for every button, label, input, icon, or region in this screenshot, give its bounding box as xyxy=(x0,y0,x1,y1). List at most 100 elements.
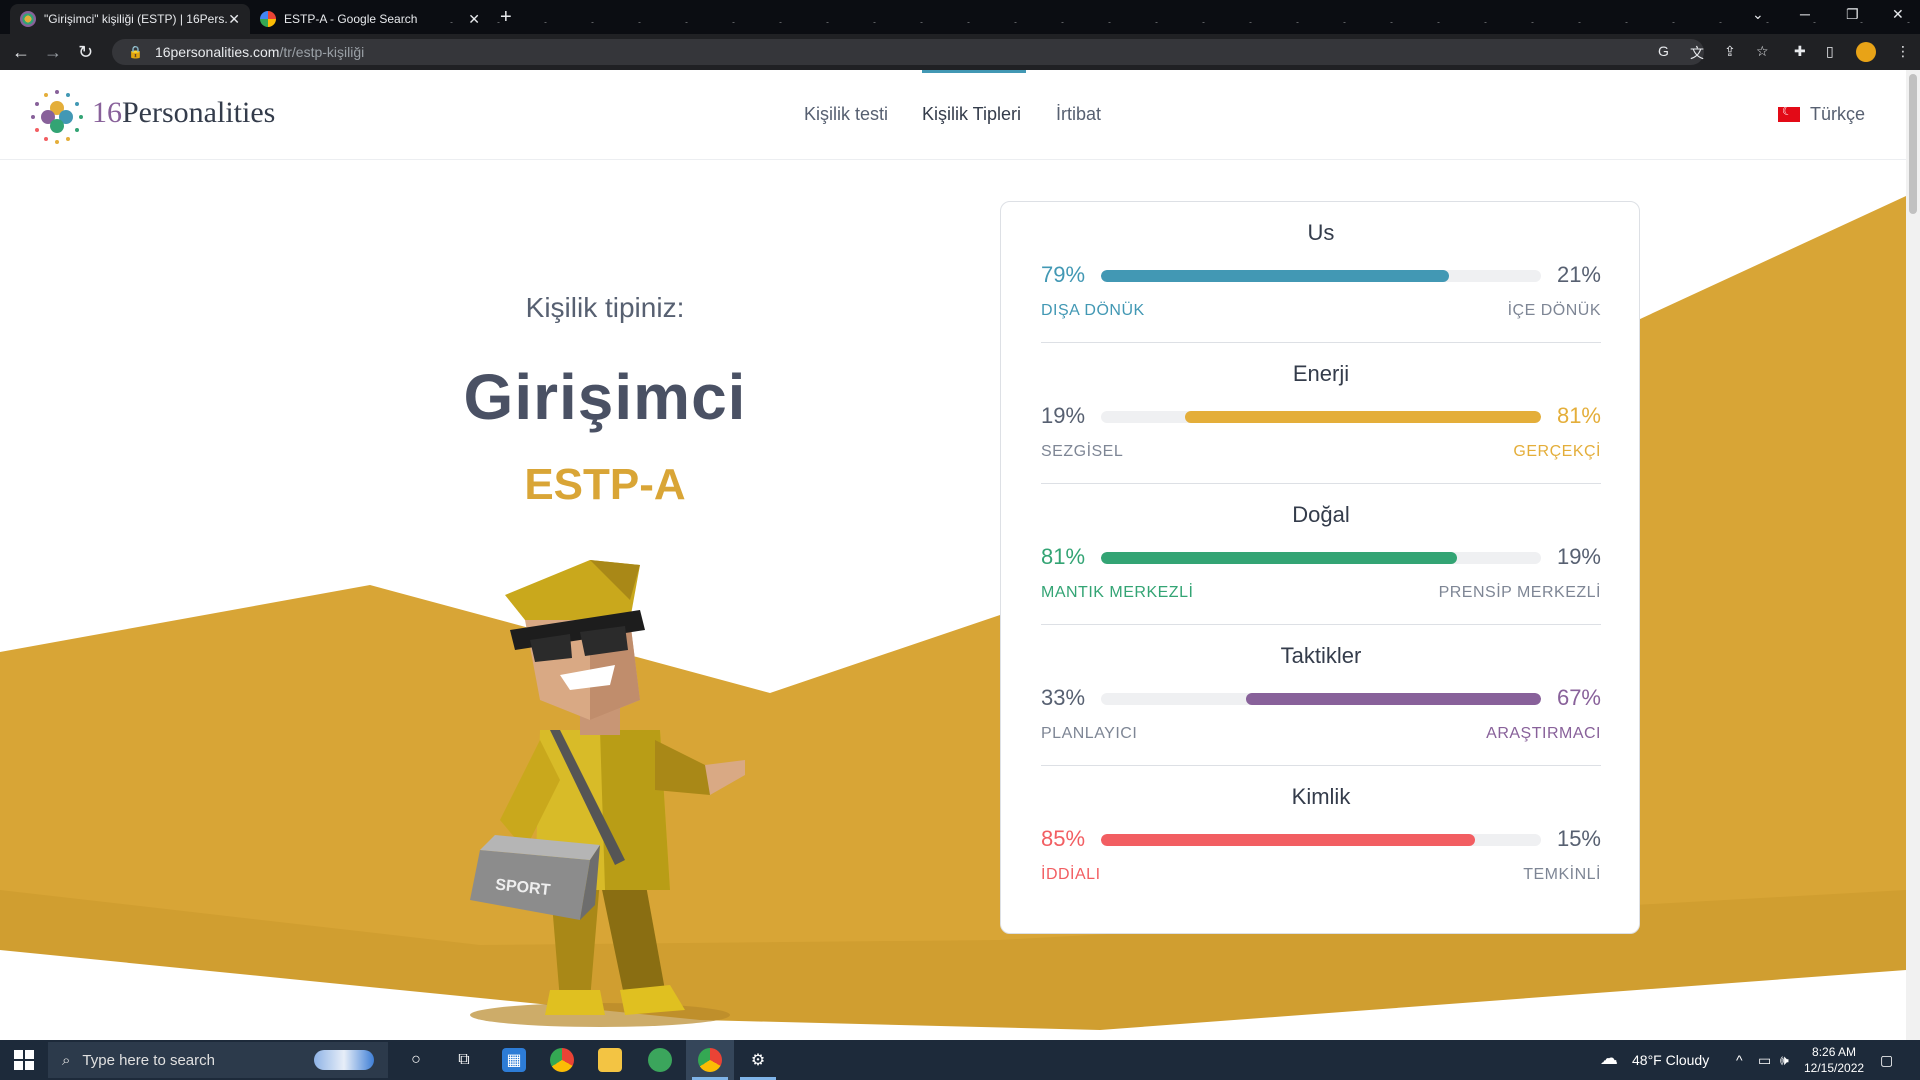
new-tab-button[interactable]: + xyxy=(500,6,512,29)
page-scrollbar[interactable] xyxy=(1906,70,1920,1040)
translate-icon[interactable]: 文 xyxy=(1690,43,1704,63)
trait-name: Taktikler xyxy=(1280,643,1362,668)
language-label: Türkçe xyxy=(1810,104,1866,124)
trait-right-percent: 21% xyxy=(1556,262,1601,287)
trait-left-percent: 33% xyxy=(1041,685,1086,710)
bookmark-star-icon[interactable]: ☆ xyxy=(1756,43,1769,60)
logo-word: Personalities xyxy=(122,96,276,129)
trait-right-label: PRENSİP MERKEZLİ xyxy=(1438,584,1601,601)
trait-left-percent: 19% xyxy=(1041,403,1086,428)
microsoft-store-icon[interactable]: ▦ xyxy=(502,1048,526,1072)
page-content: 16Personalities Kişilik testi Kişilik Ti… xyxy=(0,70,1906,1040)
trait-bar xyxy=(1101,552,1541,564)
restore-button[interactable]: ❐ xyxy=(1846,6,1859,23)
trait-tactics: Taktikler 33% 67% PLANLAYICI ARAŞTIRMACI xyxy=(1041,625,1601,766)
close-tab-icon[interactable]: ✕ xyxy=(468,11,480,28)
browser-tab-bar: "Girişimci" kişiliği (ESTP) | 16Pers... … xyxy=(0,0,1920,34)
trait-left-percent: 85% xyxy=(1041,826,1086,851)
trait-identity: Kimlik 85% 15% İDDİALI TEMKİNLİ xyxy=(1041,766,1601,907)
trait-bar-fill xyxy=(1184,411,1541,423)
tray-expand-icon[interactable]: ^ xyxy=(1736,1052,1743,1068)
personality-traits-card: Us 79% 21% DIŞA DÖNÜK İÇE DÖNÜK Enerji 1… xyxy=(1000,201,1640,934)
trait-left-label: SEZGİSEL xyxy=(1041,443,1124,460)
taskbar-search-box[interactable]: ⌕ Type here to search xyxy=(48,1042,388,1078)
volume-icon[interactable]: 🕪 xyxy=(1780,1052,1789,1069)
tab-inactive[interactable]: ESTP-A - Google Search ✕ xyxy=(250,4,490,34)
entrepreneur-character-illustration: SPORT xyxy=(470,560,745,1027)
trait-name: Kimlik xyxy=(1291,784,1351,809)
nav-personality-test[interactable]: Kişilik testi xyxy=(804,104,888,125)
nav-personality-types[interactable]: Kişilik Tipleri xyxy=(922,104,1021,125)
nav-contact[interactable]: İrtibat xyxy=(1056,104,1101,125)
address-bar[interactable]: 🔒 16personalities.com /tr/estp-kişiliği xyxy=(112,39,1704,65)
minimize-button[interactable]: ─ xyxy=(1800,6,1810,22)
system-clock[interactable]: 8:26 AM 12/15/2022 xyxy=(1804,1044,1864,1076)
file-explorer-icon[interactable] xyxy=(598,1048,622,1072)
chrome-canary-icon[interactable] xyxy=(698,1048,722,1072)
cloud-icon[interactable]: ☁ xyxy=(1600,1048,1618,1069)
trait-bar xyxy=(1101,270,1541,282)
trait-right-percent: 81% xyxy=(1556,403,1601,428)
trait-left-percent: 79% xyxy=(1041,262,1086,287)
trait-right-percent: 67% xyxy=(1556,685,1601,710)
trait-left-label: İDDİALI xyxy=(1041,866,1101,883)
scrollbar-thumb[interactable] xyxy=(1909,74,1917,214)
share-icon[interactable]: ⇪ xyxy=(1724,43,1736,60)
tab-search-icon[interactable]: ⌄ xyxy=(1752,6,1764,23)
trait-left-label: MANTIK MERKEZLİ xyxy=(1041,584,1194,601)
side-panel-icon[interactable]: ▯ xyxy=(1826,43,1834,60)
trait-bar-fill xyxy=(1101,834,1475,846)
trait-name: Enerji xyxy=(1292,361,1350,386)
settings-gear-icon[interactable]: ⚙ xyxy=(746,1048,770,1072)
windows-taskbar: ⌕ Type here to search ○ ⧉ ▦ ⚙ ☁ 48°F Clo… xyxy=(0,1040,1920,1080)
tab-active[interactable]: "Girişimci" kişiliği (ESTP) | 16Pers... … xyxy=(10,4,250,34)
site-header: 16Personalities Kişilik testi Kişilik Ti… xyxy=(0,70,1906,160)
tab-title: "Girişimci" kişiliği (ESTP) | 16Pers... xyxy=(44,12,229,26)
language-selector[interactable]: Türkçe xyxy=(1778,104,1865,125)
url-host: 16personalities.com xyxy=(154,44,280,60)
site-favicon-icon xyxy=(20,11,36,27)
trait-right-percent: 19% xyxy=(1556,544,1601,569)
weather-text[interactable]: 48°F Cloudy xyxy=(1632,1052,1709,1068)
active-nav-indicator xyxy=(922,70,1026,73)
search-placeholder: Type here to search xyxy=(82,1051,215,1069)
network-icon[interactable]: ▭ xyxy=(1758,1052,1771,1069)
notifications-icon[interactable]: ▢ xyxy=(1880,1052,1893,1069)
trait-mind: Us 79% 21% DIŞA DÖNÜK İÇE DÖNÜK xyxy=(1041,202,1601,343)
close-tab-icon[interactable]: ✕ xyxy=(228,11,240,28)
windows-start-icon[interactable] xyxy=(14,1050,34,1070)
turkey-flag-icon xyxy=(1778,104,1800,122)
task-view-icon[interactable]: ⧉ xyxy=(452,1048,476,1072)
trait-bar xyxy=(1101,693,1541,705)
search-icon: ⌕ xyxy=(62,1051,71,1069)
trait-bar-fill xyxy=(1101,270,1449,282)
reload-icon[interactable]: ↻ xyxy=(78,42,93,63)
trait-right-label: İÇE DÖNÜK xyxy=(1507,302,1601,319)
chrome-icon[interactable] xyxy=(550,1048,574,1072)
extensions-icon[interactable]: ✚ xyxy=(1794,43,1806,60)
trait-name: Us xyxy=(1307,220,1335,245)
site-logo-icon[interactable] xyxy=(28,88,86,146)
clock-date: 12/15/2022 xyxy=(1804,1061,1865,1075)
google-favicon-icon xyxy=(260,11,276,27)
trait-right-percent: 15% xyxy=(1556,826,1601,851)
tab-title: ESTP-A - Google Search xyxy=(284,12,418,26)
profile-avatar[interactable] xyxy=(1856,42,1876,62)
menu-icon[interactable]: ⋮ xyxy=(1896,43,1910,60)
trait-name: Doğal xyxy=(1292,502,1350,527)
google-lens-icon[interactable]: G xyxy=(1658,43,1669,59)
close-window-button[interactable]: ✕ xyxy=(1892,6,1904,23)
trait-nature: Doğal 81% 19% MANTIK MERKEZLİ PRENSİP ME… xyxy=(1041,484,1601,625)
trait-right-label: ARAŞTIRMACI xyxy=(1486,725,1601,742)
trait-bar xyxy=(1101,411,1541,423)
logo-number: 16 xyxy=(92,96,122,129)
back-arrow-icon[interactable]: ← xyxy=(12,42,30,63)
trait-left-percent: 81% xyxy=(1041,544,1086,569)
cortana-icon[interactable]: ○ xyxy=(404,1048,428,1072)
forward-arrow-icon[interactable]: → xyxy=(44,42,62,63)
site-logo-text[interactable]: 16Personalities xyxy=(92,96,275,130)
trait-right-label: GERÇEKÇİ xyxy=(1513,443,1601,460)
edge-icon[interactable] xyxy=(648,1048,672,1072)
clock-time: 8:26 AM xyxy=(1812,1045,1857,1059)
trait-bar xyxy=(1101,834,1541,846)
